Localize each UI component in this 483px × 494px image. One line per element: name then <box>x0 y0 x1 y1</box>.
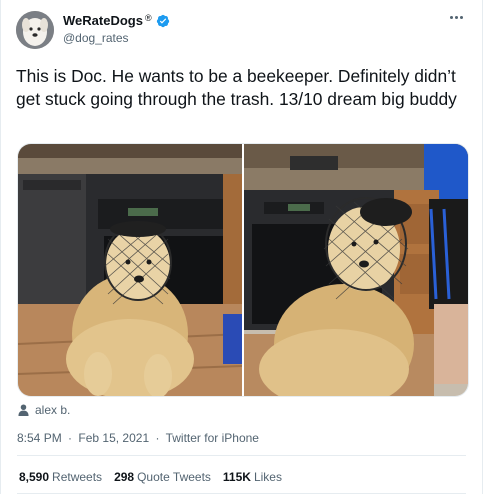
author-avatar[interactable] <box>16 11 54 49</box>
author-display-name[interactable]: WeRateDogs <box>63 13 143 28</box>
likes-stat[interactable]: 115K Likes <box>223 470 282 484</box>
author-handle[interactable]: @dog_rates <box>63 31 129 45</box>
person-icon <box>18 404 29 416</box>
tweet-date[interactable]: Feb 15, 2021 <box>78 431 149 445</box>
tagged-user-name[interactable]: alex b. <box>35 403 70 417</box>
registered-mark: ® <box>144 12 152 23</box>
tweet-source[interactable]: Twitter for iPhone <box>166 431 259 445</box>
dog-avatar-icon <box>16 11 54 49</box>
tweet-text: This is Doc. He wants to be a beekeeper.… <box>16 66 457 109</box>
tweet-stats: 8,590 Retweets 298 Quote Tweets 115K Likes <box>19 470 282 484</box>
author-name-row[interactable]: WeRateDogs ® <box>63 13 170 28</box>
tweet-time[interactable]: 8:54 PM <box>17 431 62 445</box>
quote-tweets-stat[interactable]: 298 Quote Tweets <box>114 470 211 484</box>
verified-badge-icon <box>156 14 169 27</box>
meta-separator: · <box>155 431 160 445</box>
tweet-card: WeRateDogs ® @dog_rates This is Doc. He … <box>0 0 483 494</box>
left-photo[interactable] <box>18 144 242 396</box>
tweet-media <box>17 143 469 397</box>
more-options-button[interactable] <box>446 10 466 24</box>
ellipsis-icon <box>449 15 453 19</box>
tweet-meta: 8:54 PM · Feb 15, 2021 · Twitter for iPh… <box>17 431 259 445</box>
tagged-user[interactable]: alex b. <box>18 403 70 417</box>
right-photo[interactable] <box>244 144 468 396</box>
meta-separator: · <box>68 431 73 445</box>
divider <box>17 455 466 456</box>
retweets-stat[interactable]: 8,590 Retweets <box>19 470 102 484</box>
